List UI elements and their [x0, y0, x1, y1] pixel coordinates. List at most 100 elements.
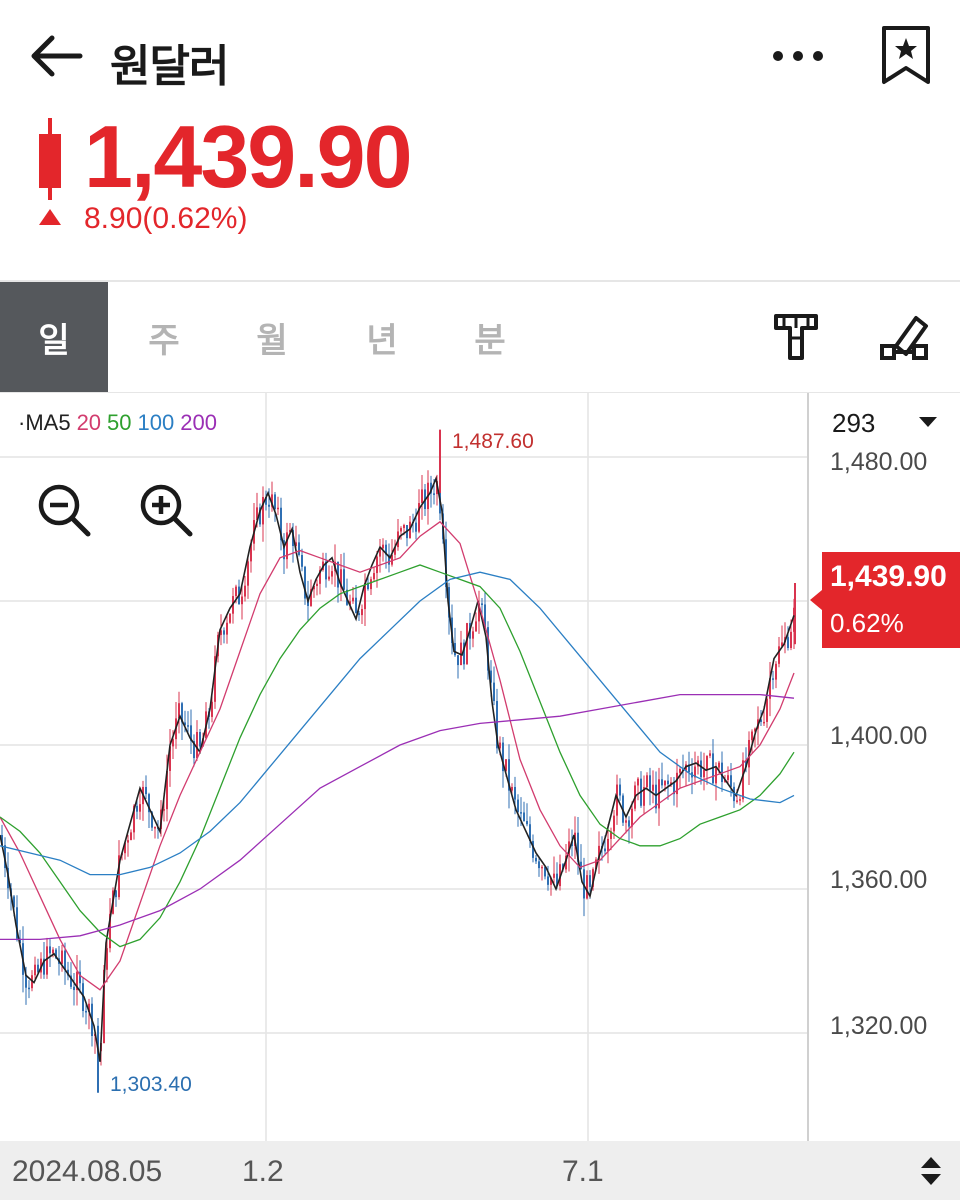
- candle-body: [787, 637, 789, 648]
- candle-body: [649, 775, 651, 791]
- candle-body: [607, 838, 609, 852]
- bookmark-star-icon: [882, 26, 930, 84]
- candle-body: [547, 876, 549, 885]
- candle-body: [331, 571, 333, 577]
- candle-body: [790, 631, 792, 648]
- period-count-select[interactable]: 293: [810, 400, 960, 446]
- zoom-in-button[interactable]: [136, 480, 196, 540]
- ma-legend: ·MA5 20 50 100 200: [18, 410, 223, 436]
- candle-body: [586, 875, 588, 899]
- candle-body: [64, 950, 66, 970]
- candle-body: [589, 875, 591, 887]
- candle-body: [187, 725, 189, 727]
- candle-body: [421, 489, 423, 504]
- ma-line-100: [0, 571, 795, 876]
- candle-body: [352, 597, 354, 602]
- candle-body: [517, 799, 519, 813]
- candle-body: [493, 682, 495, 702]
- candle-body: [241, 596, 243, 605]
- y-axis-label: 1,360.00: [830, 866, 928, 894]
- candle-icon: [39, 118, 61, 200]
- candle-body: [772, 678, 774, 680]
- legend-ma200: 200: [180, 410, 217, 435]
- drawing-button[interactable]: [874, 308, 934, 368]
- candle-body: [373, 573, 375, 580]
- candle-body: [727, 775, 729, 780]
- candle-body: [709, 753, 711, 756]
- candle-body: [355, 597, 357, 614]
- candle-body: [196, 731, 198, 759]
- ma-line-20: [0, 520, 795, 991]
- back-button[interactable]: [24, 28, 88, 84]
- candle-body: [763, 721, 765, 724]
- candle-body: [742, 760, 744, 800]
- indicator-button[interactable]: [766, 308, 826, 368]
- candle-body: [739, 799, 741, 801]
- y-axis-label: 1,480.00: [830, 448, 928, 476]
- x-axis-label: 1.2: [242, 1155, 284, 1188]
- candle-body: [415, 522, 417, 532]
- candle-body: [136, 805, 138, 812]
- candle-body: [277, 507, 279, 510]
- candle-body: [52, 949, 54, 954]
- candle-body: [613, 815, 615, 832]
- x-axis-label: 7.1: [562, 1155, 604, 1188]
- candle-body: [619, 784, 621, 796]
- candle-body: [475, 621, 477, 632]
- x-axis: 2024.08.05 1.2 7.1: [0, 1141, 960, 1200]
- tab-month[interactable]: 월: [218, 282, 326, 392]
- candle-body: [538, 861, 540, 869]
- candle-body: [679, 769, 681, 773]
- candle-body: [604, 848, 606, 852]
- candle-body: [553, 873, 555, 878]
- candle-body: [247, 561, 249, 586]
- tab-week[interactable]: 주: [110, 282, 218, 392]
- candle-body: [139, 804, 141, 812]
- tag-percent: 0.62%: [830, 608, 904, 638]
- candle-body: [145, 786, 147, 795]
- tab-year[interactable]: 년: [328, 282, 436, 392]
- indicator-tool-icon: [774, 314, 818, 360]
- candle-body: [535, 857, 537, 862]
- candle-body: [637, 778, 639, 786]
- current-price: 1,439.90: [84, 107, 413, 206]
- page-title: 원달러: [110, 41, 229, 92]
- bookmark-button[interactable]: [878, 24, 934, 88]
- x-axis-label: 2024.08.05: [12, 1155, 163, 1188]
- candle-body: [766, 698, 768, 722]
- axis-toggle-button[interactable]: [918, 1155, 944, 1187]
- candle-body: [400, 528, 402, 532]
- zoom-out-button[interactable]: [34, 480, 94, 540]
- candle-body: [61, 950, 63, 964]
- candle-body: [403, 524, 405, 529]
- candle-body: [523, 812, 525, 822]
- candle-body: [730, 775, 732, 787]
- candle-body: [706, 755, 708, 770]
- more-button[interactable]: [768, 36, 828, 76]
- candle-body: [520, 812, 522, 814]
- candle-body: [514, 786, 516, 800]
- caret-down-icon: [919, 417, 937, 427]
- candle-body: [199, 731, 201, 747]
- candle-body: [778, 646, 780, 664]
- up-arrow-icon: [39, 209, 61, 225]
- tab-day[interactable]: 일: [0, 282, 108, 392]
- candle-body: [646, 775, 648, 788]
- candle-body: [127, 840, 129, 843]
- candle-body: [301, 555, 303, 567]
- candle-body: [376, 556, 378, 574]
- candle-body: [298, 542, 300, 556]
- legend-ma50: 50: [107, 410, 132, 435]
- price-change: 8.90(0.62%): [84, 202, 248, 235]
- candle-body: [703, 769, 705, 778]
- candle-body: [343, 569, 345, 590]
- candle-body: [274, 494, 276, 510]
- legend-ma5: ·MA5: [18, 410, 71, 435]
- sort-updown-icon: [921, 1157, 941, 1185]
- tab-minute[interactable]: 분: [436, 282, 544, 392]
- ma-line-200: [0, 693, 795, 941]
- candle-body: [28, 987, 30, 990]
- candle-body: [130, 832, 132, 841]
- candle-body: [661, 779, 663, 786]
- candle-body: [268, 504, 270, 507]
